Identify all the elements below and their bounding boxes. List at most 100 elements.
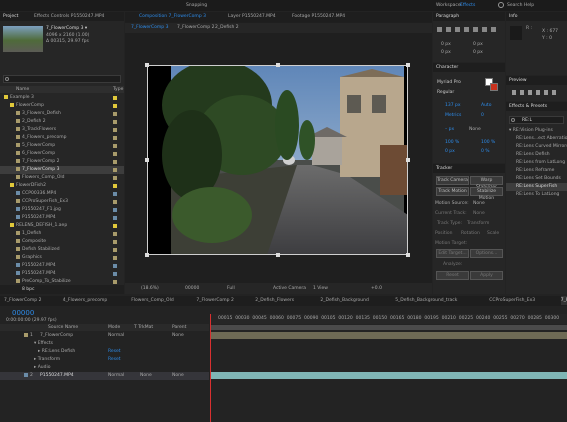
- baseline-shift[interactable]: 0 px: [445, 149, 455, 154]
- fx-item[interactable]: RE:Lens Set Bounds: [506, 175, 567, 183]
- transform-reset[interactable]: Reset: [108, 356, 121, 364]
- project-item[interactable]: 1_Defish: [0, 230, 124, 238]
- relens-reset[interactable]: Reset: [108, 348, 121, 356]
- item-label-color[interactable]: [113, 256, 117, 260]
- handle-tr[interactable]: [406, 63, 410, 67]
- layer-2-parent[interactable]: None: [172, 372, 184, 380]
- timeline-tab[interactable]: 7_FlowerComp 3: [560, 296, 567, 305]
- item-label-color[interactable]: [113, 200, 117, 204]
- item-label-color[interactable]: [113, 176, 117, 180]
- exposure-value[interactable]: +0.0: [371, 286, 382, 291]
- tab-layer[interactable]: Layer P1550247.MP4: [228, 12, 276, 21]
- project-item[interactable]: 7_FlowerComp 3: [0, 166, 124, 174]
- tab-character[interactable]: Character: [436, 63, 458, 72]
- handle-bm[interactable]: [276, 253, 280, 257]
- timeline-tab[interactable]: Flowers_Comp_Old: [131, 296, 174, 305]
- col-name[interactable]: Name: [16, 87, 29, 92]
- project-item[interactable]: Flowers_Comp_Old: [0, 174, 124, 182]
- item-label-color[interactable]: [113, 152, 117, 156]
- item-label-color[interactable]: [113, 232, 117, 236]
- track-bar-2[interactable]: [210, 372, 567, 379]
- layer-2-trkmat[interactable]: None: [140, 372, 152, 380]
- item-label-color[interactable]: [113, 160, 117, 164]
- zoom-select[interactable]: (18.6%): [141, 286, 159, 291]
- options-button[interactable]: Options...: [470, 249, 503, 258]
- align-buttons[interactable]: [437, 27, 497, 32]
- timeline-tab[interactable]: 5_Defish_Background_track: [395, 296, 457, 305]
- kerning[interactable]: Metrics: [445, 113, 461, 118]
- stroke-mode[interactable]: None: [469, 127, 481, 132]
- item-label-color[interactable]: [113, 240, 117, 244]
- fx-item[interactable]: RE:Lens Reframe: [506, 167, 567, 175]
- item-label-color[interactable]: [113, 272, 117, 276]
- project-item[interactable]: P1550247.MP4: [0, 262, 124, 270]
- apply-button[interactable]: Apply: [470, 271, 503, 280]
- project-item[interactable]: Example 3: [0, 94, 124, 102]
- resolution-select[interactable]: Full: [227, 286, 235, 291]
- font-style-select[interactable]: Regular: [437, 90, 454, 95]
- tab-project[interactable]: Project: [3, 12, 18, 21]
- horizontal-scale[interactable]: 100 %: [481, 140, 495, 145]
- col-parent[interactable]: Parent: [172, 325, 186, 330]
- layer-row-2[interactable]: 2 P1550247.MP4 Normal None None: [0, 372, 209, 380]
- handle-br[interactable]: [406, 253, 410, 257]
- layer-2-name[interactable]: P1550247.MP4: [40, 372, 74, 380]
- tsume[interactable]: 0 %: [481, 149, 490, 154]
- project-item[interactable]: 2_Defish 2: [0, 118, 124, 126]
- tab-effects-presets[interactable]: Effects & Presets: [509, 102, 547, 111]
- relens-effect[interactable]: ▸ RE:Lens Defish Reset: [0, 348, 209, 356]
- item-label-color[interactable]: [113, 128, 117, 132]
- item-label-color[interactable]: [113, 136, 117, 140]
- track-type-select[interactable]: Transform: [467, 221, 489, 226]
- col-type[interactable]: Type: [113, 87, 123, 92]
- timeline-timecode[interactable]: 00000: [12, 309, 34, 317]
- workspace-select[interactable]: Effects: [460, 3, 475, 8]
- crumb-2[interactable]: 7_FlowerComp 2: [177, 25, 214, 30]
- motion-source-select[interactable]: None: [473, 201, 485, 206]
- fx-item[interactable]: RE:Lens from LatLong: [506, 159, 567, 167]
- fx-item[interactable]: RE:Lens...ect Aberratio: [506, 135, 567, 143]
- crumb-1[interactable]: 7_FlowerComp 3: [131, 25, 168, 30]
- item-label-color[interactable]: [113, 224, 117, 228]
- search-icon[interactable]: [498, 2, 504, 8]
- item-label-color[interactable]: [113, 264, 117, 268]
- project-item[interactable]: CCProSuperFish_Ex3: [0, 198, 124, 206]
- project-item[interactable]: 3_Flowers_Defish: [0, 110, 124, 118]
- warp-stabilizer-button[interactable]: Warp Stabilizer: [470, 176, 503, 190]
- bpc-button[interactable]: 8 bpc: [22, 287, 34, 292]
- item-label-color[interactable]: [113, 184, 117, 188]
- item-label-color[interactable]: [113, 168, 117, 172]
- preview-controls[interactable]: [512, 90, 558, 95]
- project-item[interactable]: FlowerComp: [0, 102, 124, 110]
- current-time[interactable]: 00000: [185, 286, 199, 291]
- snapping-label[interactable]: Snapping: [186, 3, 207, 8]
- crumb-3[interactable]: 2_Defish 2: [215, 25, 239, 30]
- item-label-color[interactable]: [113, 112, 117, 116]
- comp-name[interactable]: 7_FlowerComp 3 ▾: [46, 26, 87, 31]
- leading[interactable]: Auto: [481, 103, 491, 108]
- fx-item[interactable]: RE:Lens SuperFish: [506, 183, 567, 191]
- timeline-tab[interactable]: CCProSuperFish_Ex3: [489, 296, 535, 305]
- col-trkmat[interactable]: T TrkMat: [134, 325, 153, 330]
- stroke-width[interactable]: – px: [445, 127, 454, 132]
- project-item[interactable]: 7_FlowerComp 2: [0, 158, 124, 166]
- work-area-bar[interactable]: [210, 325, 567, 330]
- item-label-color[interactable]: [113, 192, 117, 196]
- stabilize-motion-button[interactable]: Stabilize Motion: [470, 187, 503, 201]
- item-label-color[interactable]: [113, 248, 117, 252]
- effects-search-input[interactable]: RE:L: [509, 116, 564, 124]
- project-item[interactable]: P1550247_F1.jpg: [0, 206, 124, 214]
- handle-tm[interactable]: [276, 63, 280, 67]
- space-before[interactable]: 0 px: [473, 50, 483, 55]
- vertical-scale[interactable]: 100 %: [445, 140, 459, 145]
- track-bar-1[interactable]: [210, 332, 567, 339]
- search-help-input[interactable]: Search Help: [507, 3, 534, 8]
- effects-group[interactable]: ▾ Effects: [0, 340, 209, 348]
- handle-tl[interactable]: [145, 63, 149, 67]
- project-item[interactable]: Graphics: [0, 254, 124, 262]
- position-checkbox[interactable]: Position: [435, 231, 453, 236]
- project-item[interactable]: 4_Flowers_precomp: [0, 134, 124, 142]
- scale-checkbox[interactable]: Scale: [487, 231, 499, 236]
- font-size[interactable]: 137 px: [445, 103, 461, 108]
- stroke-color-swatch[interactable]: [490, 83, 498, 91]
